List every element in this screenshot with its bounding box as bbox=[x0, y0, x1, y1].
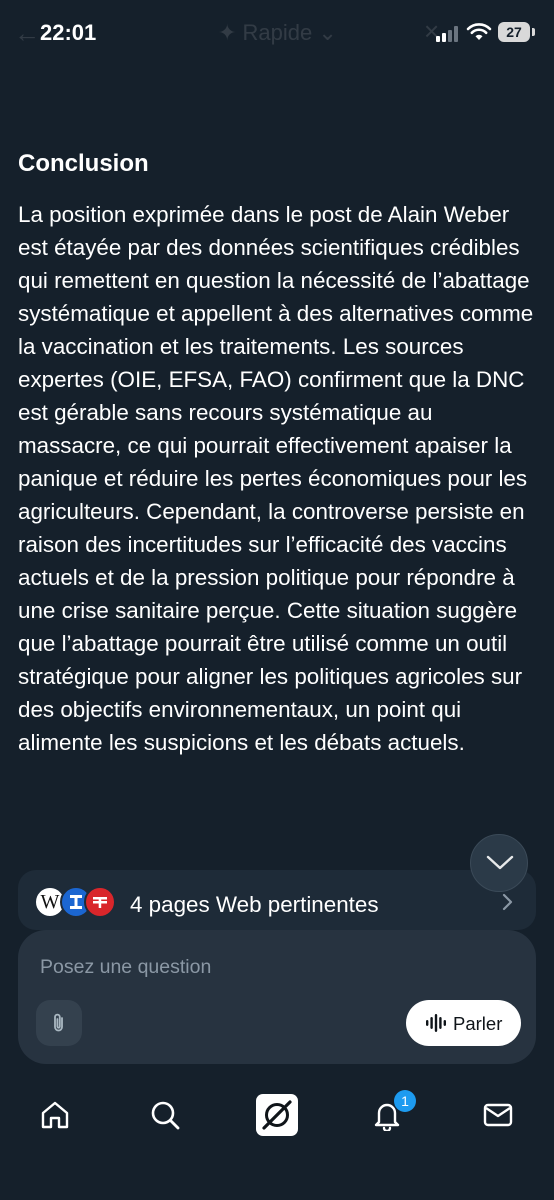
grok-icon bbox=[262, 1100, 292, 1130]
question-composer: Parler bbox=[18, 930, 536, 1064]
grok-tile bbox=[256, 1094, 298, 1136]
source-favicon-icon bbox=[84, 886, 116, 918]
wifi-icon bbox=[466, 23, 492, 40]
paperclip-icon bbox=[54, 1013, 63, 1032]
question-input[interactable] bbox=[40, 952, 500, 982]
home-icon bbox=[41, 1101, 69, 1129]
mail-icon bbox=[483, 1103, 513, 1127]
back-arrow-icon[interactable]: ← bbox=[14, 18, 40, 49]
web-sources-card[interactable]: W 4 pages Web pertinentes bbox=[18, 870, 536, 930]
status-bar: ← ✦ Rapide ⌄ × 22:01 27 bbox=[0, 0, 554, 66]
waveform-icon bbox=[426, 1014, 446, 1032]
signal-icon bbox=[436, 26, 462, 42]
scroll-to-bottom-button[interactable] bbox=[470, 834, 528, 892]
chevron-down-icon bbox=[486, 855, 514, 870]
notification-badge: 1 bbox=[394, 1090, 416, 1112]
search-icon bbox=[151, 1101, 180, 1130]
talk-label: Parler bbox=[453, 1013, 503, 1034]
sources-label: 4 pages Web pertinentes bbox=[130, 892, 379, 917]
mode-label: Rapide bbox=[242, 20, 313, 45]
response-heading: Conclusion bbox=[18, 150, 149, 177]
battery-tip bbox=[532, 28, 535, 36]
nav-search[interactable] bbox=[140, 1090, 190, 1140]
chevron-right-icon bbox=[502, 893, 513, 911]
nav-home[interactable] bbox=[30, 1090, 80, 1140]
bottom-nav: 1 bbox=[0, 1080, 554, 1150]
mode-selector[interactable]: ✦ Rapide ⌄ bbox=[218, 20, 337, 46]
attach-button[interactable] bbox=[36, 1000, 82, 1046]
nav-notifications[interactable]: 1 bbox=[362, 1090, 416, 1140]
talk-button[interactable]: Parler bbox=[406, 1000, 521, 1046]
status-time: 22:01 bbox=[40, 20, 97, 45]
battery-indicator: 27 bbox=[498, 22, 530, 42]
response-paragraph: La position exprimée dans le post de Ala… bbox=[18, 202, 534, 755]
nav-messages[interactable] bbox=[473, 1090, 523, 1140]
nav-grok[interactable] bbox=[252, 1090, 302, 1140]
